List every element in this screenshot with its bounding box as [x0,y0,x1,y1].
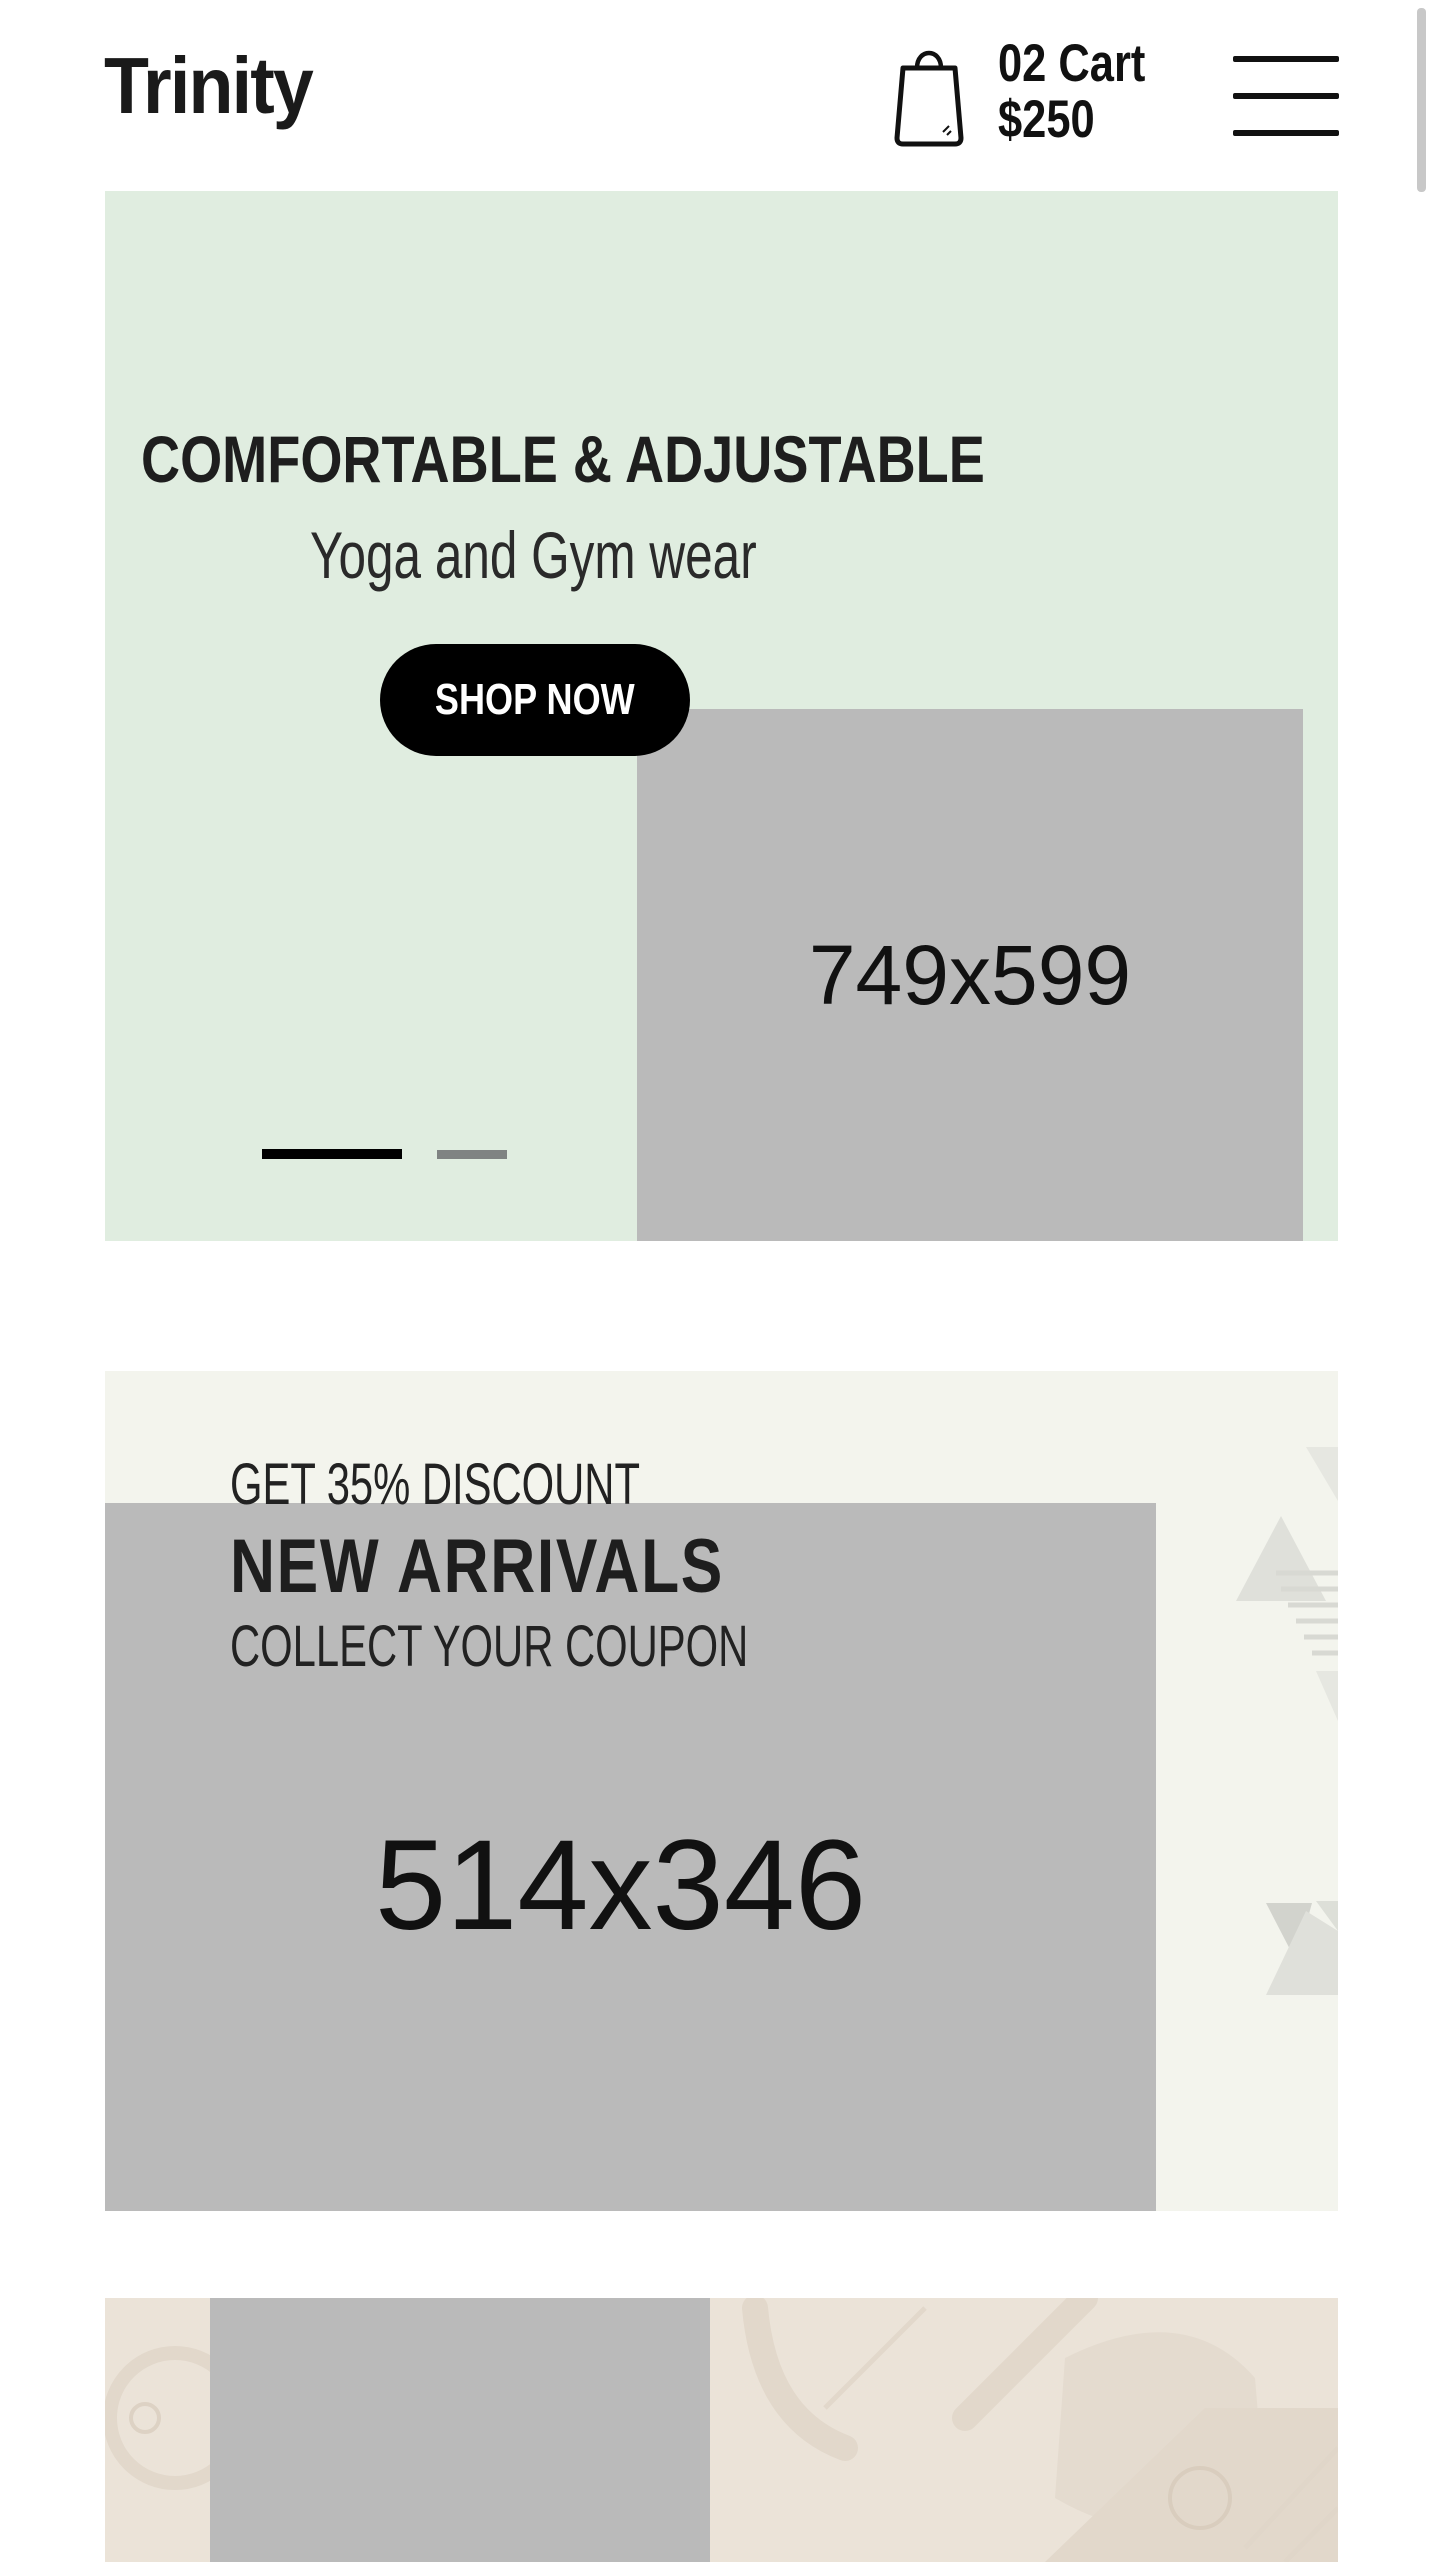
slider-indicator-1[interactable] [262,1149,402,1159]
hamburger-menu-icon[interactable] [1233,56,1339,136]
promo-coupon-text: COLLECT YOUR COUPON [230,1614,749,1679]
hero-slider: COMFORTABLE & ADJUSTABLE Yoga and Gym we… [105,191,1338,1241]
promo-2-image-placeholder [210,2298,710,2562]
promo-banner-2[interactable] [105,2298,1338,2562]
promo-banner[interactable]: 514x346 GET 35% DISCOUNT NEW ARRIVALS CO… [105,1371,1338,2211]
decorative-triangle-pattern [1236,1447,1338,1995]
hero-image-size-label: 749x599 [808,927,1132,1022]
hero-subtitle: Yoga and Gym wear [310,518,757,592]
scrollbar[interactable] [1417,8,1426,192]
promo-discount-text: GET 35% DISCOUNT [230,1452,640,1517]
shop-now-label: SHOP NOW [435,675,635,724]
cart-total: $250 [998,90,1095,149]
shopping-bag-icon[interactable] [893,40,965,148]
shop-now-button[interactable]: SHOP NOW [380,644,690,756]
cart-summary[interactable]: 02 Cart $250 [998,36,1145,148]
promo-image-size-label: 514x346 [374,1813,867,1957]
hero-image-placeholder: 749x599 [637,709,1303,1241]
promo-title: NEW ARRIVALS [230,1524,724,1609]
cart-count-label: 02 Cart [998,34,1146,93]
hero-title: COMFORTABLE & ADJUSTABLE [141,422,985,496]
site-logo[interactable]: Trinity [104,40,314,132]
slider-indicator-2[interactable] [437,1150,507,1159]
